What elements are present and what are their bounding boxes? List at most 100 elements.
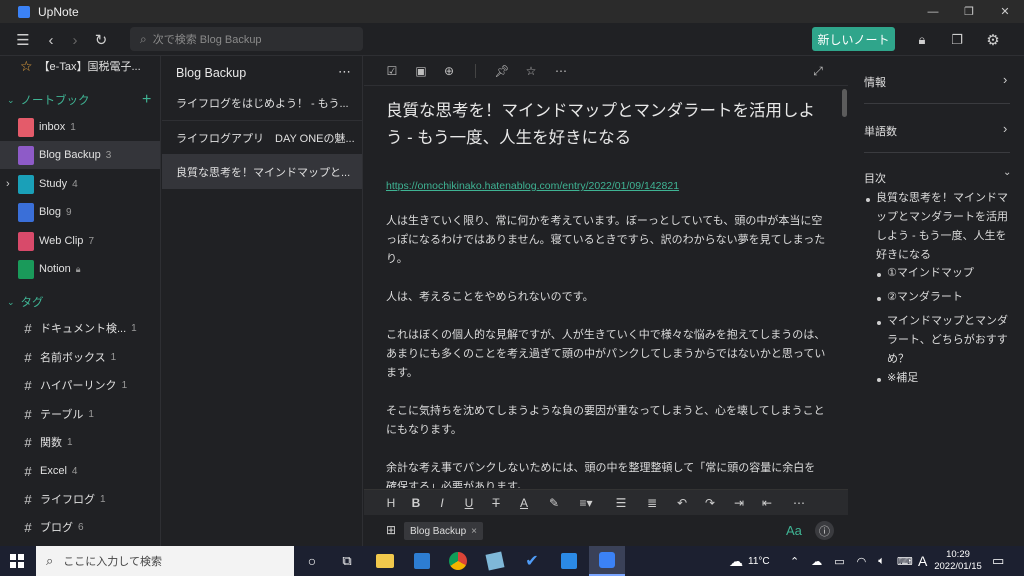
strikethrough-icon[interactable]: T	[488, 494, 504, 512]
note-paragraph[interactable]: 余計な考え事でパンクしないためには、頭の中を整理整頓して「常に頭の容量に余白を確…	[386, 459, 826, 488]
note-document[interactable]: 良質な思考を！マインドマップとマンダラートを活用しよう - もう一度、人生を好き…	[386, 98, 826, 488]
settings-gear-icon[interactable]: ⚙	[982, 29, 1004, 51]
note-list-item[interactable]: ライフログをはじめよう！ - もう...	[162, 86, 362, 121]
editor-scrollbar[interactable]	[842, 89, 847, 117]
chevron-down-icon[interactable]: ⌄	[1003, 167, 1011, 178]
star-icon[interactable]: ☆	[523, 63, 539, 79]
text-color-icon[interactable]: A	[516, 494, 532, 512]
taskbar-search-input[interactable]: ⌕ ここに入力して検索	[36, 546, 294, 576]
note-link[interactable]: https://omochikinako.hatenablog.com/entr…	[386, 180, 826, 192]
onedrive-icon[interactable]: ☁	[811, 555, 822, 568]
sidebar-tag-item[interactable]: # ライフログ 1	[0, 485, 160, 513]
sidebar-item-web-clip[interactable]: Web Clip 7	[0, 227, 160, 255]
lock-icon[interactable]: 🔒︎	[911, 29, 933, 51]
window-icon[interactable]: ❐	[946, 29, 968, 51]
store-icon[interactable]	[408, 549, 436, 573]
note-paragraph[interactable]: これはぼくの個人的な見解ですが、人が生きていく中で様々な悩みを抱えてしまうのは、…	[386, 326, 826, 383]
chevron-right-icon[interactable]: ›	[6, 178, 10, 190]
volume-icon[interactable]: 🔈︎	[878, 555, 885, 568]
search-input[interactable]: ⌕ 次で検索 Blog Backup	[130, 27, 363, 51]
weather-widget[interactable]: ☁ 11°C	[729, 546, 770, 576]
indent-icon[interactable]: ⇥	[731, 494, 747, 512]
note-paragraph[interactable]: そこに気持ちを沈めてしまうような負の要因が重なってしまうと、心を壊してしまうこと…	[386, 402, 826, 440]
sidebar-tag-item[interactable]: # ブログ 6	[0, 513, 160, 541]
heading-icon[interactable]: H	[383, 494, 399, 512]
notebooks-section-header[interactable]: ⌄ ノートブック +	[0, 86, 160, 114]
chrome-icon[interactable]	[444, 549, 472, 573]
more-options-icon[interactable]: ⋯	[553, 63, 569, 79]
pin-icon[interactable]: 📌︎	[494, 63, 510, 79]
close-icon[interactable]: ✕	[987, 0, 1023, 23]
notes-app-icon[interactable]	[481, 549, 509, 573]
note-list-item-selected[interactable]: 良質な思考を！マインドマップと...	[162, 154, 362, 189]
sidebar-tag-item[interactable]: # テーブル 1	[0, 400, 160, 428]
tag-add-icon[interactable]: ⊞	[386, 523, 396, 537]
chevron-right-icon[interactable]: ›	[1003, 121, 1007, 136]
keyboard-icon[interactable]: ⌨	[897, 555, 913, 568]
chevron-up-icon[interactable]: ⌃	[790, 555, 799, 568]
sidebar-tag-item[interactable]: # ハイパーリンク 1	[0, 371, 160, 399]
font-settings-button[interactable]: Aa	[786, 523, 802, 538]
image-icon[interactable]: ▣	[413, 63, 429, 79]
underline-icon[interactable]: U	[461, 494, 477, 512]
toc-section[interactable]: 目次	[864, 170, 1010, 186]
remove-tag-icon[interactable]: ×	[471, 526, 477, 537]
sidebar-item-blog-backup[interactable]: Blog Backup 3	[0, 141, 160, 169]
toc-item[interactable]: マインドマップとマンダラート、どちらがおすすめ？	[887, 312, 1009, 369]
forward-icon[interactable]: ›	[64, 29, 86, 51]
back-icon[interactable]: ‹	[40, 29, 62, 51]
info-icon[interactable]: ⓘ	[815, 521, 834, 540]
italic-icon[interactable]: I	[434, 494, 450, 512]
menu-icon[interactable]: ☰	[12, 29, 34, 51]
sidebar-item-blog[interactable]: Blog 9	[0, 198, 160, 226]
task-view-icon[interactable]: ⧉	[333, 549, 361, 573]
add-notebook-icon[interactable]: +	[142, 91, 151, 109]
sidebar-item-inbox[interactable]: inbox 1	[0, 113, 160, 141]
refresh-icon[interactable]: ↻	[90, 29, 112, 51]
bold-icon[interactable]: B	[408, 494, 424, 512]
upnote-taskbar-icon[interactable]	[589, 546, 625, 576]
toc-item[interactable]: ①マインドマップ	[887, 264, 1009, 283]
note-paragraph[interactable]: 人は生きていく限り、常に何かを考えています。ぼーっとしていても、頭の中が本当に空…	[386, 212, 826, 269]
network-icon[interactable]: ▭	[834, 555, 844, 568]
expand-icon[interactable]: ⤢	[810, 63, 826, 79]
chevron-right-icon[interactable]: ›	[1003, 72, 1007, 87]
wifi-icon[interactable]: ◠	[857, 555, 867, 568]
align-icon[interactable]: ≡▾	[575, 494, 597, 512]
info-section[interactable]: 情報	[864, 74, 1010, 90]
sidebar-tag-item[interactable]: # ドキュメント検... 1	[0, 314, 160, 342]
notification-icon[interactable]: ▭	[992, 546, 1004, 576]
sidebar-item-study[interactable]: › Study 4	[0, 170, 160, 198]
calendar-icon[interactable]	[555, 549, 583, 573]
sidebar-item-notion[interactable]: Notion 🔒︎	[0, 255, 160, 283]
bullet-list-icon[interactable]: ☰	[613, 494, 629, 512]
new-note-button[interactable]: 新しいノート	[812, 27, 895, 51]
toc-item[interactable]: ②マンダラート	[887, 288, 1009, 307]
toc-item[interactable]: ※補足	[887, 369, 1009, 388]
cortana-icon[interactable]: ○	[298, 549, 326, 573]
windows-start-icon[interactable]	[10, 554, 24, 568]
sidebar-tag-item[interactable]: # 名前ボックス 1	[0, 343, 160, 371]
highlight-icon[interactable]: ✎	[546, 494, 562, 512]
tags-section-header[interactable]: ⌄ タグ	[0, 288, 160, 316]
file-explorer-icon[interactable]	[371, 549, 399, 573]
sidebar-tag-item[interactable]: # 関数 1	[0, 428, 160, 456]
ime-indicator[interactable]: A	[918, 546, 927, 576]
add-circle-icon[interactable]: ⊕	[441, 63, 457, 79]
note-title[interactable]: 良質な思考を！マインドマップとマンダラートを活用しよう - もう一度、人生を好き…	[386, 98, 826, 152]
more-options-icon[interactable]: ⋯	[791, 494, 807, 512]
outdent-icon[interactable]: ⇤	[759, 494, 775, 512]
wordcount-section[interactable]: 単語数	[864, 123, 1010, 139]
minimize-icon[interactable]: —	[915, 0, 951, 23]
todo-icon[interactable]: ✔	[518, 549, 546, 573]
toc-item-main[interactable]: 良質な思考を！マインドマップとマンダラートを活用しよう - もう一度、人生を好き…	[876, 189, 1008, 265]
undo-icon[interactable]: ↶	[674, 494, 690, 512]
clock[interactable]: 10:29 2022/01/15	[934, 546, 982, 576]
redo-icon[interactable]: ↷	[702, 494, 718, 512]
note-paragraph[interactable]: 人は、考えることをやめられないのです。	[386, 288, 826, 307]
restore-icon[interactable]: ❐	[951, 0, 987, 23]
numbered-list-icon[interactable]: ≣	[644, 494, 660, 512]
sidebar-tag-item[interactable]: # Excel 4	[0, 457, 160, 485]
sidebar-pinned-item[interactable]: ☆ 【e-Tax】国税電子...	[0, 56, 160, 80]
more-options-icon[interactable]: ⋯	[338, 64, 351, 80]
